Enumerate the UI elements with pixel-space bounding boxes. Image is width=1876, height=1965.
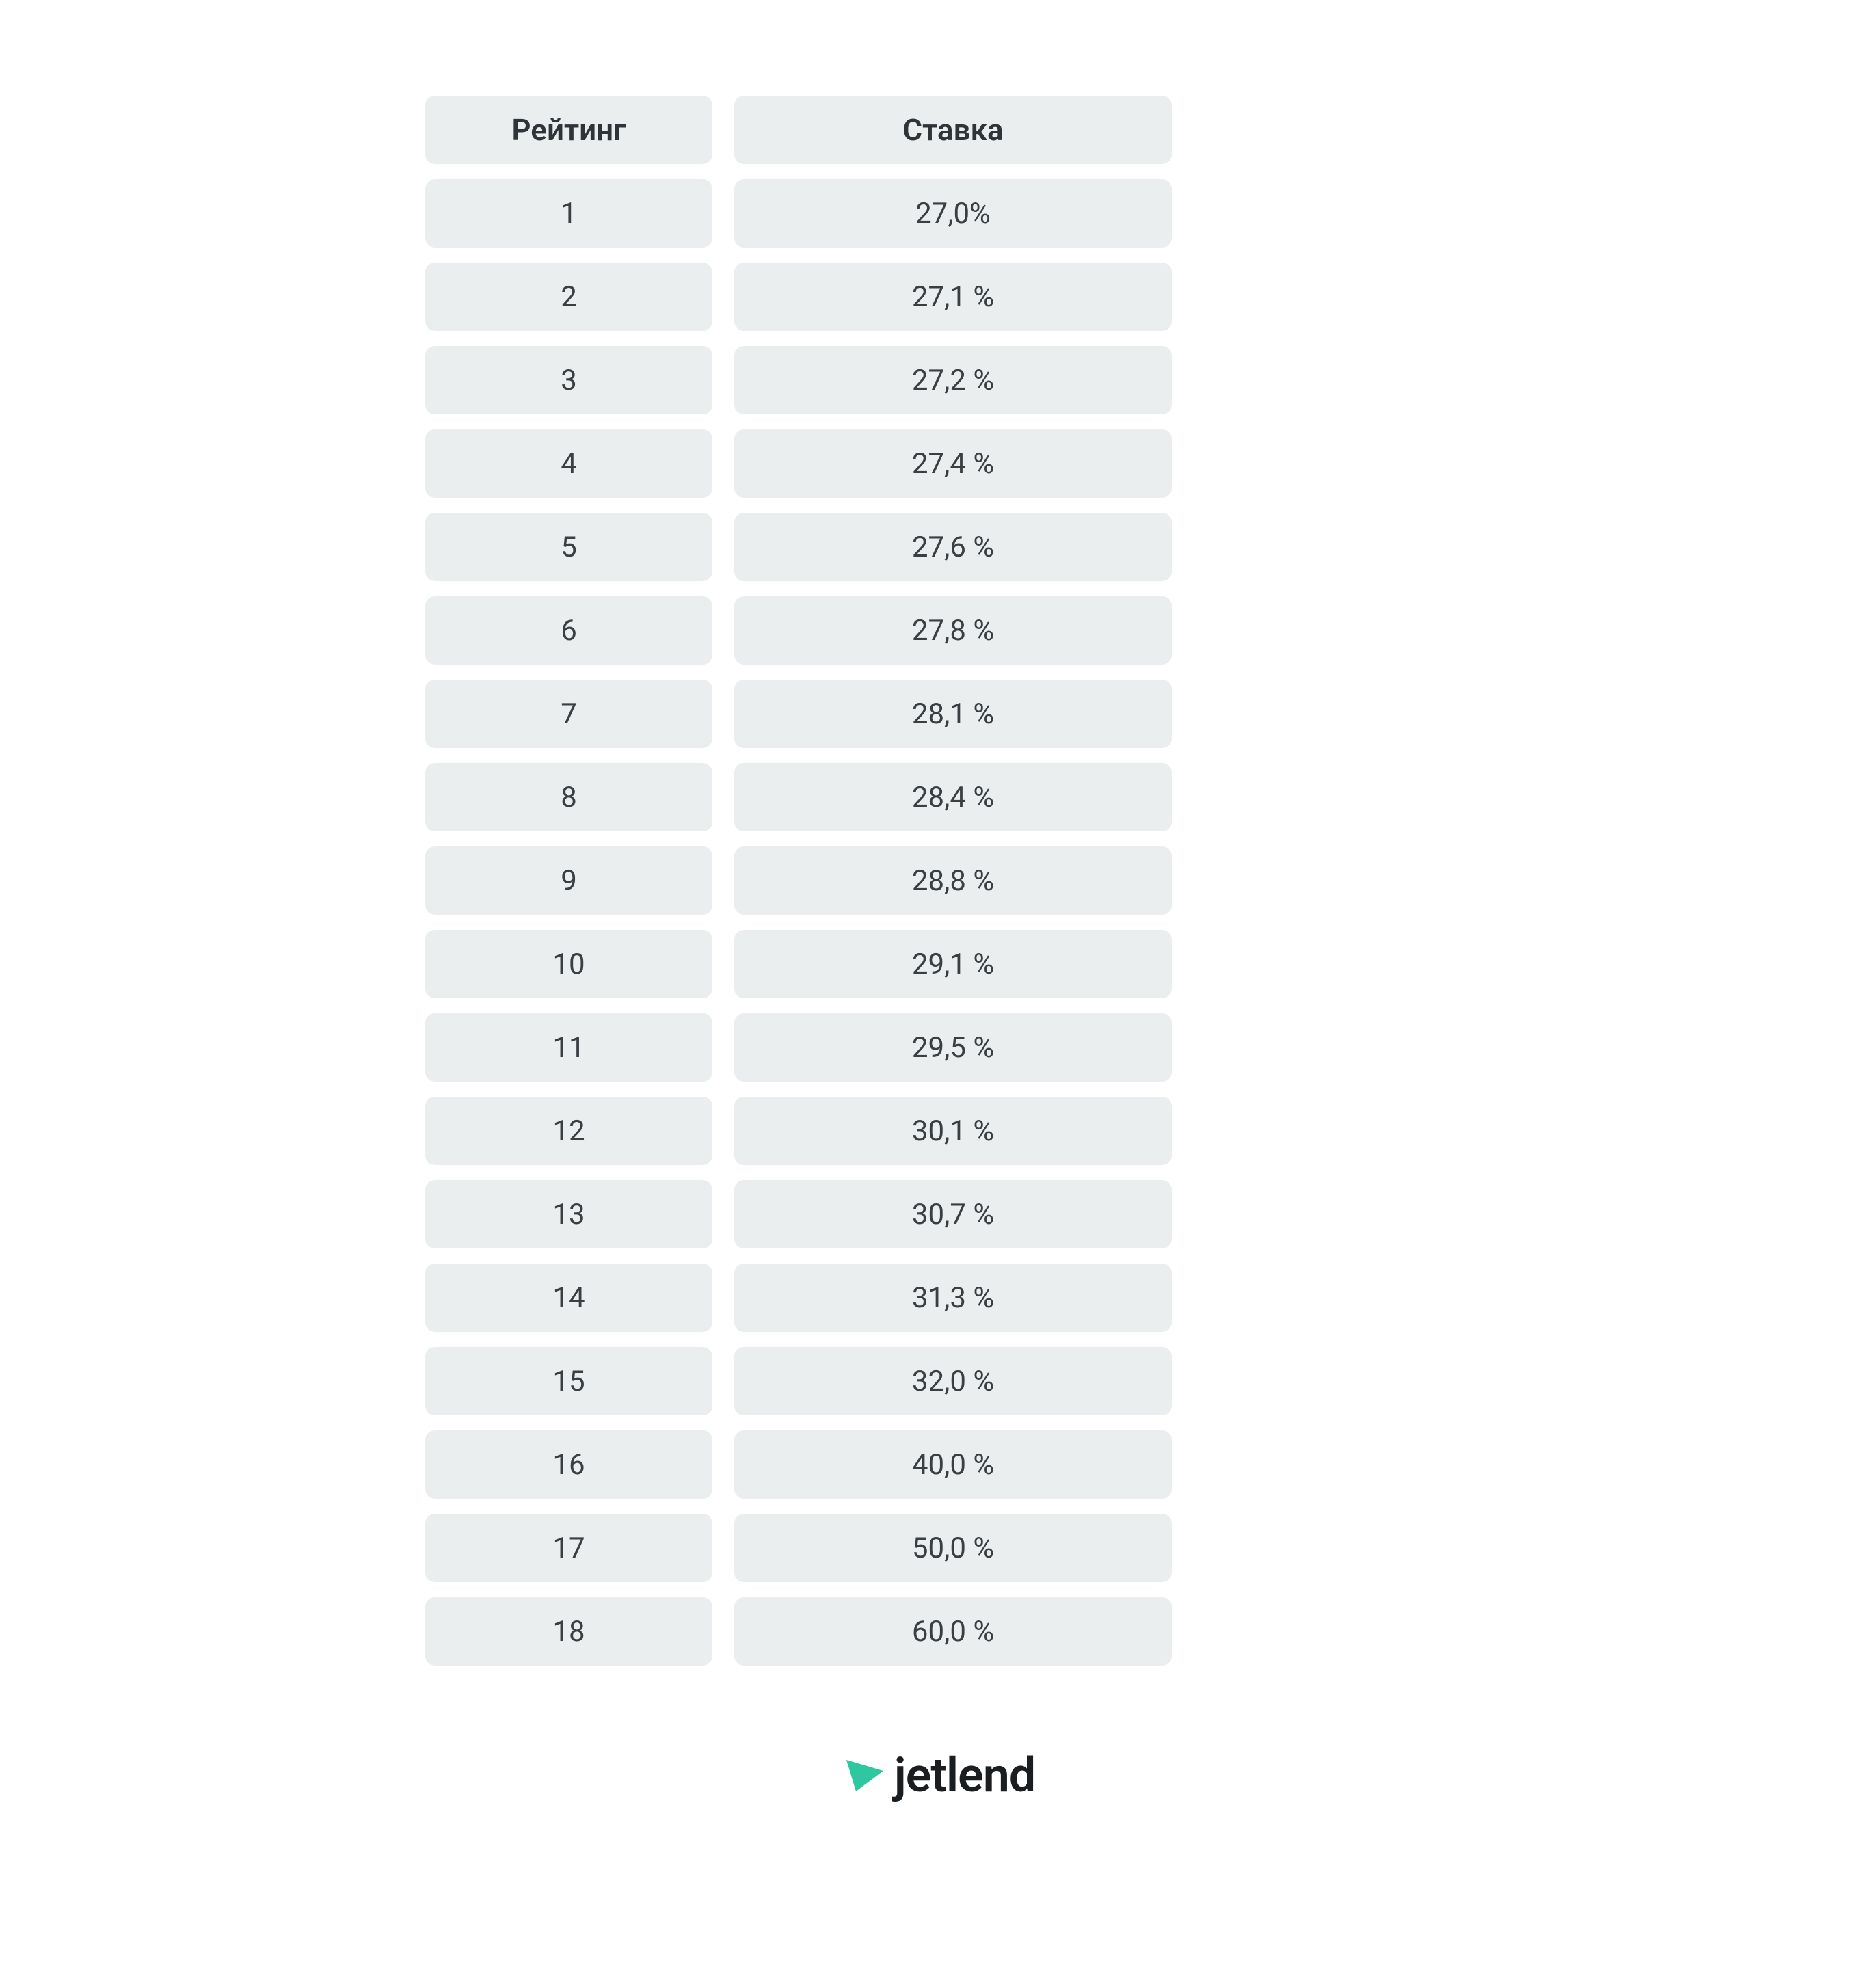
- table-row: 4 27,4 %: [425, 429, 1451, 498]
- rates-table: Рейтинг Ставка 1 27,0% 2 27,1 % 3 27,2 %…: [425, 96, 1451, 1666]
- table-row: 6 27,8 %: [425, 596, 1451, 665]
- cell-rating: 7: [425, 680, 712, 748]
- cell-rating: 1: [425, 179, 712, 248]
- cell-rate: 28,4 %: [734, 763, 1172, 831]
- cell-rating: 5: [425, 513, 712, 581]
- cell-rating: 18: [425, 1597, 712, 1666]
- header-rating: Рейтинг: [425, 96, 712, 164]
- cell-rate: 30,1 %: [734, 1097, 1172, 1165]
- cell-rate: 31,3 %: [734, 1264, 1172, 1332]
- cell-rating: 17: [425, 1514, 712, 1582]
- cell-rate: 27,0%: [734, 179, 1172, 248]
- table-row: 17 50,0 %: [425, 1514, 1451, 1582]
- table-row: 1 27,0%: [425, 179, 1451, 248]
- table-header-row: Рейтинг Ставка: [425, 96, 1451, 164]
- table-row: 3 27,2 %: [425, 346, 1451, 414]
- cell-rate: 27,2 %: [734, 346, 1172, 414]
- cell-rate: 27,8 %: [734, 596, 1172, 665]
- table-row: 2 27,1 %: [425, 263, 1451, 331]
- cell-rating: 3: [425, 346, 712, 414]
- cell-rate: 28,8 %: [734, 846, 1172, 915]
- table-row: 7 28,1 %: [425, 680, 1451, 748]
- cell-rate: 60,0 %: [734, 1597, 1172, 1666]
- cell-rating: 11: [425, 1013, 712, 1082]
- cell-rate: 30,7 %: [734, 1180, 1172, 1248]
- cell-rate: 27,1 %: [734, 263, 1172, 331]
- logo-triangle-icon: [841, 1752, 889, 1800]
- table-row: 8 28,4 %: [425, 763, 1451, 831]
- brand-name: jetlend: [894, 1748, 1035, 1804]
- cell-rating: 8: [425, 763, 712, 831]
- cell-rate: 28,1 %: [734, 680, 1172, 748]
- cell-rate: 27,6 %: [734, 513, 1172, 581]
- table-row: 13 30,7 %: [425, 1180, 1451, 1248]
- cell-rating: 6: [425, 596, 712, 665]
- cell-rating: 10: [425, 930, 712, 998]
- cell-rate: 29,5 %: [734, 1013, 1172, 1082]
- table-row: 10 29,1 %: [425, 930, 1451, 998]
- cell-rating: 14: [425, 1264, 712, 1332]
- cell-rating: 15: [425, 1347, 712, 1415]
- cell-rating: 4: [425, 429, 712, 498]
- brand-logo: jetlend: [841, 1748, 1035, 1804]
- cell-rate: 50,0 %: [734, 1514, 1172, 1582]
- table-row: 18 60,0 %: [425, 1597, 1451, 1666]
- table-row: 9 28,8 %: [425, 846, 1451, 915]
- table-row: 16 40,0 %: [425, 1430, 1451, 1499]
- cell-rating: 16: [425, 1430, 712, 1499]
- table-row: 14 31,3 %: [425, 1264, 1451, 1332]
- table-row: 12 30,1 %: [425, 1097, 1451, 1165]
- header-rate: Ставка: [734, 96, 1172, 164]
- cell-rating: 13: [425, 1180, 712, 1248]
- table-row: 5 27,6 %: [425, 513, 1451, 581]
- cell-rate: 40,0 %: [734, 1430, 1172, 1499]
- cell-rate: 29,1 %: [734, 930, 1172, 998]
- table-row: 15 32,0 %: [425, 1347, 1451, 1415]
- cell-rating: 2: [425, 263, 712, 331]
- cell-rate: 32,0 %: [734, 1347, 1172, 1415]
- cell-rating: 12: [425, 1097, 712, 1165]
- table-row: 11 29,5 %: [425, 1013, 1451, 1082]
- cell-rate: 27,4 %: [734, 429, 1172, 498]
- cell-rating: 9: [425, 846, 712, 915]
